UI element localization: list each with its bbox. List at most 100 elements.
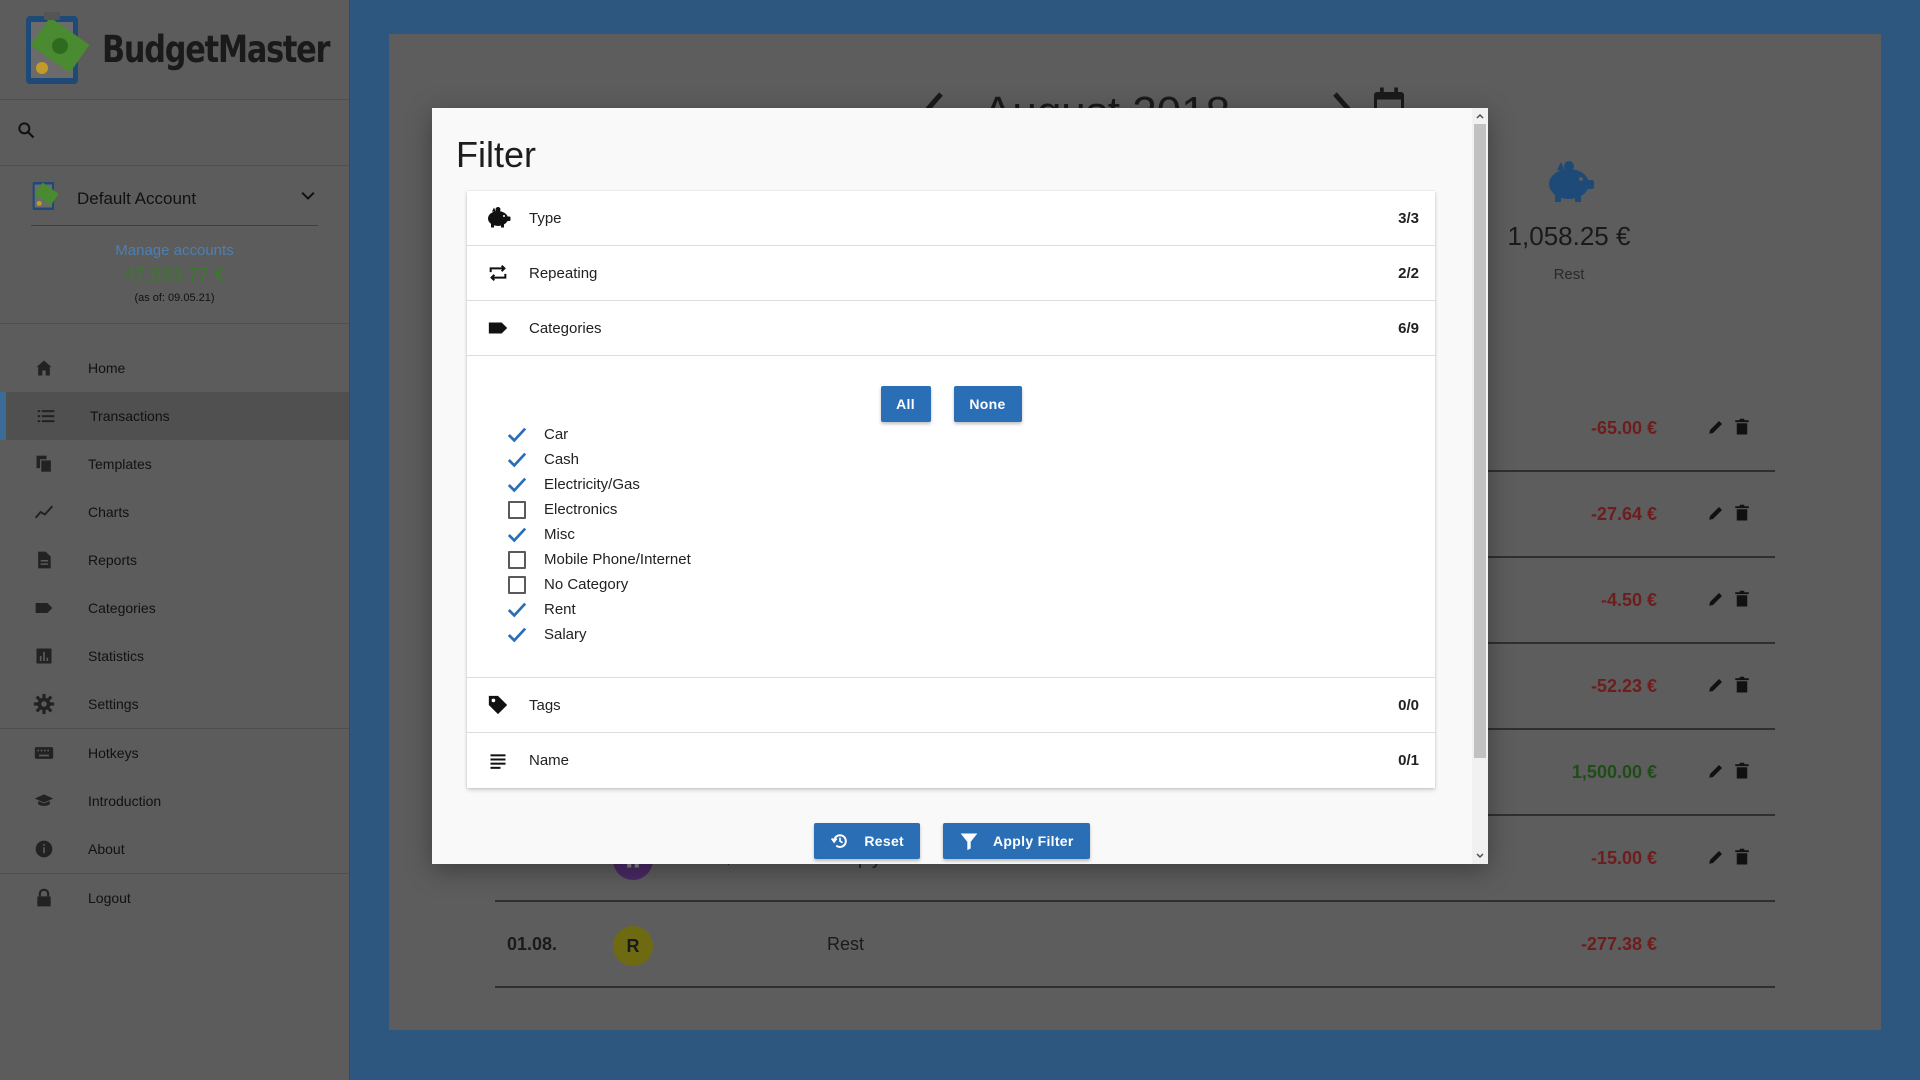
brand[interactable]: BudgetMaster [0,0,349,100]
scroll-thumb[interactable] [1474,124,1486,758]
account-select[interactable]: Default Account [31,166,318,226]
transaction-date: 01.08. [507,934,558,954]
nav-label: About [88,841,125,857]
transaction-description: Rest [827,934,865,954]
edit-icon[interactable] [1707,676,1725,699]
unchecked-box-icon[interactable] [507,550,527,570]
nav-item-home[interactable]: Home [0,344,349,392]
nav-label: Hotkeys [88,745,139,761]
modal-title: Filter [456,134,536,175]
delete-icon[interactable] [1733,418,1751,441]
nav-item-transactions[interactable]: Transactions [0,392,349,440]
nav-item-hotkeys[interactable]: Hotkeys [0,729,349,777]
keyboard-icon [32,741,56,765]
category-label: Electricity/Gas [544,476,640,493]
nav-item-settings[interactable]: Settings [0,680,349,728]
nav-label: Categories [88,600,156,616]
list-icon [34,404,58,428]
modal-footer: Reset Apply Filter [432,823,1472,859]
table-row[interactable]: 01.08. R Rest -277.38 € [495,902,1775,988]
filter-section-repeating[interactable]: Repeating 2/2 [467,246,1435,301]
edit-icon[interactable] [1707,590,1725,613]
modal-scrollbar[interactable] [1472,108,1488,864]
delete-icon[interactable] [1733,848,1751,871]
filter-section-tags[interactable]: Tags 0/0 [467,678,1435,733]
nav-item-categories[interactable]: Categories [0,584,349,632]
sidebar: BudgetMaster Default Account Manage acco… [0,0,350,1080]
checkmark-icon[interactable] [507,525,527,545]
filter-section-type[interactable]: Type 3/3 [467,191,1435,246]
nav-label: Logout [88,890,131,906]
checkmark-icon[interactable] [507,600,527,620]
edit-icon[interactable] [1707,848,1725,871]
gear-icon [32,692,56,716]
file-copy-icon [32,452,56,476]
filter-section-name[interactable]: Name 0/1 [467,733,1435,788]
category-checkbox[interactable]: Electronics [507,497,691,522]
nav-item-charts[interactable]: Charts [0,488,349,536]
checkmark-icon[interactable] [507,475,527,495]
section-label: Name [529,752,570,769]
checkmark-icon[interactable] [507,450,527,470]
nav-item-reports[interactable]: Reports [0,536,349,584]
nav-item-logout[interactable]: Logout [0,874,349,922]
category-checkbox[interactable]: Rent [507,597,691,622]
delete-icon[interactable] [1733,590,1751,613]
scroll-down-icon[interactable] [1472,848,1488,864]
category-checkbox[interactable]: No Category [507,572,691,597]
nav-item-about[interactable]: About [0,825,349,873]
chevron-down-icon[interactable] [298,186,318,211]
account-name: Default Account [77,188,197,208]
bar-chart-icon [32,644,56,668]
search-row[interactable] [0,100,349,166]
nav-item-statistics[interactable]: Statistics [0,632,349,680]
category-avatar: R [613,926,653,966]
nav-label: Transactions [90,408,170,424]
scroll-up-icon[interactable] [1472,108,1488,124]
notes-icon [485,748,511,774]
category-checkbox[interactable]: Misc [507,522,691,547]
category-checkbox[interactable]: Car [507,422,691,447]
apply-filter-button[interactable]: Apply Filter [943,823,1090,859]
category-checkbox[interactable]: Electricity/Gas [507,472,691,497]
nav-item-templates[interactable]: Templates [0,440,349,488]
category-label: No Category [544,576,629,593]
delete-icon[interactable] [1733,504,1751,527]
nav-label: Statistics [88,648,145,664]
delete-icon[interactable] [1733,676,1751,699]
edit-icon[interactable] [1707,418,1725,441]
account-info: Manage accounts 47,593.77 € (as of: 09.0… [0,226,349,324]
select-all-button[interactable]: All [880,386,931,422]
checkmark-icon[interactable] [507,625,527,645]
select-none-button[interactable]: None [953,386,1022,422]
category-label: Mobile Phone/Internet [544,551,691,568]
rest-amount: 1,058.25 € [1507,221,1631,251]
home-icon [32,356,56,380]
label-icon [32,596,56,620]
category-checkbox[interactable]: Mobile Phone/Internet [507,547,691,572]
transaction-amount: -52.23 € [1590,676,1657,696]
category-checkbox[interactable]: Cash [507,447,691,472]
repeat-icon [485,260,511,286]
transaction-amount: -277.38 € [1580,934,1657,954]
lock-icon [32,886,56,910]
category-label: Cash [544,451,580,468]
balance-date: (as of: 09.05.21) [134,292,215,304]
section-label: Repeating [529,264,598,282]
filter-sections: Type 3/3 Repeating 2/2 Categories 6/9 Al… [467,191,1435,788]
manage-accounts-link[interactable]: Manage accounts [0,242,349,259]
nav-item-introduction[interactable]: Introduction [0,777,349,825]
checkmark-icon[interactable] [507,425,527,445]
reset-button[interactable]: Reset [814,823,921,859]
edit-icon[interactable] [1707,762,1725,785]
edit-icon[interactable] [1707,504,1725,527]
category-checkbox[interactable]: Salary [507,622,691,647]
account-balance: 47,593.77 € [124,265,225,286]
search-icon[interactable] [16,120,36,145]
unchecked-box-icon[interactable] [507,575,527,595]
transaction-amount: -27.64 € [1590,504,1657,524]
delete-icon[interactable] [1733,762,1751,785]
unchecked-box-icon[interactable] [507,500,527,520]
filter-section-categories[interactable]: Categories 6/9 [467,301,1435,356]
section-count: 2/2 [1398,264,1419,282]
